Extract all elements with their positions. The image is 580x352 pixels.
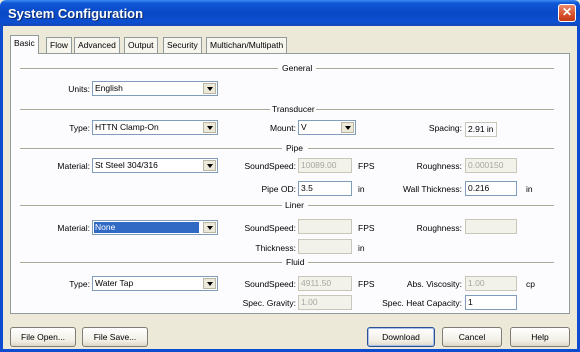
spec-gravity-label: Spec. Gravity: xyxy=(242,298,296,308)
transducer-type-label: Type: xyxy=(69,123,90,133)
section-divider xyxy=(316,109,554,111)
section-title-general: General xyxy=(282,63,313,73)
file-open-button[interactable]: File Open... xyxy=(10,327,76,347)
section-divider xyxy=(20,68,278,70)
file-save-button[interactable]: File Save... xyxy=(82,327,148,347)
units-select[interactable]: English xyxy=(92,81,218,96)
spec-heat-capacity-label: Spec. Heat Capacity: xyxy=(382,298,462,308)
transducer-type-select[interactable]: HTTN Clamp-On xyxy=(92,120,218,135)
pipe-material-select[interactable]: St Steel 304/316 xyxy=(92,158,218,173)
section-divider xyxy=(308,262,554,264)
pipe-od-unit: in xyxy=(358,184,365,194)
pipe-roughness-field: 0.000150 xyxy=(465,158,517,173)
chevron-down-icon[interactable] xyxy=(203,278,216,289)
download-button[interactable]: Download xyxy=(367,327,435,347)
chevron-down-icon[interactable] xyxy=(203,122,216,133)
section-title-pipe: Pipe xyxy=(286,143,304,153)
liner-soundspeed-label: SoundSpeed: xyxy=(244,223,296,233)
section-divider xyxy=(20,148,282,150)
pipe-soundspeed-field: 10089.00 xyxy=(298,158,352,173)
pipe-od-field[interactable]: 3.5 xyxy=(298,181,352,196)
mount-label: Mount: xyxy=(270,123,296,133)
section-divider xyxy=(316,68,554,70)
units-label: Units: xyxy=(68,84,90,94)
window-title: System Configuration xyxy=(8,6,144,21)
fluid-type-value: Water Tap xyxy=(95,278,134,288)
liner-soundspeed-unit: FPS xyxy=(358,223,375,233)
fluid-soundspeed-unit: FPS xyxy=(358,279,375,289)
liner-thickness-field xyxy=(298,239,352,254)
tab-output[interactable]: Output xyxy=(124,37,158,53)
liner-material-select[interactable]: None xyxy=(92,220,218,235)
close-button[interactable]: ✕ xyxy=(558,4,576,22)
wall-thickness-field[interactable]: 0.216 xyxy=(465,181,517,196)
pipe-material-value: St Steel 304/316 xyxy=(95,160,158,170)
fluid-type-select[interactable]: Water Tap xyxy=(92,276,218,291)
fluid-soundspeed-label: SoundSpeed: xyxy=(244,279,296,289)
transducer-type-value: HTTN Clamp-On xyxy=(95,122,159,132)
section-title-fluid: Fluid xyxy=(286,257,305,267)
wall-thickness-label: Wall Thickness: xyxy=(402,184,462,194)
tab-flow[interactable]: Flow xyxy=(46,37,72,53)
liner-material-label: Material: xyxy=(57,223,90,233)
section-divider xyxy=(308,148,554,150)
section-divider xyxy=(308,205,554,207)
chevron-down-icon[interactable] xyxy=(341,122,354,133)
tab-security[interactable]: Security xyxy=(163,37,202,53)
mount-value: V xyxy=(301,122,307,132)
spec-heat-capacity-field[interactable]: 1 xyxy=(465,295,517,310)
spec-gravity-field: 1.00 xyxy=(298,295,352,310)
pipe-soundspeed-unit: FPS xyxy=(358,161,375,171)
pipe-od-label: Pipe OD: xyxy=(261,184,297,194)
tab-multichan-multipath[interactable]: Multichan/Multipath xyxy=(206,37,288,53)
liner-roughness-field xyxy=(465,219,517,234)
liner-thickness-label: Thickness: xyxy=(255,243,296,253)
abs-viscosity-unit: cp xyxy=(526,279,535,289)
fluid-type-label: Type: xyxy=(69,279,90,289)
liner-material-value: None xyxy=(94,222,199,233)
tab-advanced[interactable]: Advanced xyxy=(74,37,120,53)
wall-thickness-unit: in xyxy=(526,184,533,194)
mount-select[interactable]: V xyxy=(298,120,356,135)
units-value: English xyxy=(95,83,123,93)
title-bar: System Configuration ✕ xyxy=(0,0,580,26)
help-button[interactable]: Help xyxy=(510,327,570,347)
liner-soundspeed-field xyxy=(298,219,352,234)
pipe-material-label: Material: xyxy=(57,161,90,171)
chevron-down-icon[interactable] xyxy=(203,160,216,171)
section-title-transducer: Transducer xyxy=(272,104,315,114)
pipe-roughness-label: Roughness: xyxy=(416,161,462,171)
section-divider xyxy=(20,205,282,207)
chevron-down-icon[interactable] xyxy=(203,83,216,94)
fluid-soundspeed-field: 4911.50 xyxy=(298,276,352,291)
chevron-down-icon[interactable] xyxy=(203,222,216,233)
spacing-label: Spacing: xyxy=(428,123,462,133)
abs-viscosity-label: Abs. Viscosity: xyxy=(406,279,462,289)
liner-thickness-unit: in xyxy=(358,243,365,253)
window-frame-left xyxy=(0,26,3,352)
pipe-soundspeed-label: SoundSpeed: xyxy=(244,161,296,171)
spacing-value: 2.91 in xyxy=(465,122,497,137)
cancel-button[interactable]: Cancel xyxy=(442,327,502,347)
liner-roughness-label: Roughness: xyxy=(416,223,462,233)
section-title-liner: Liner xyxy=(285,200,304,210)
section-divider xyxy=(20,109,270,111)
tab-basic[interactable]: Basic xyxy=(10,35,39,54)
abs-viscosity-field: 1.00 xyxy=(465,276,517,291)
section-divider xyxy=(20,262,282,264)
